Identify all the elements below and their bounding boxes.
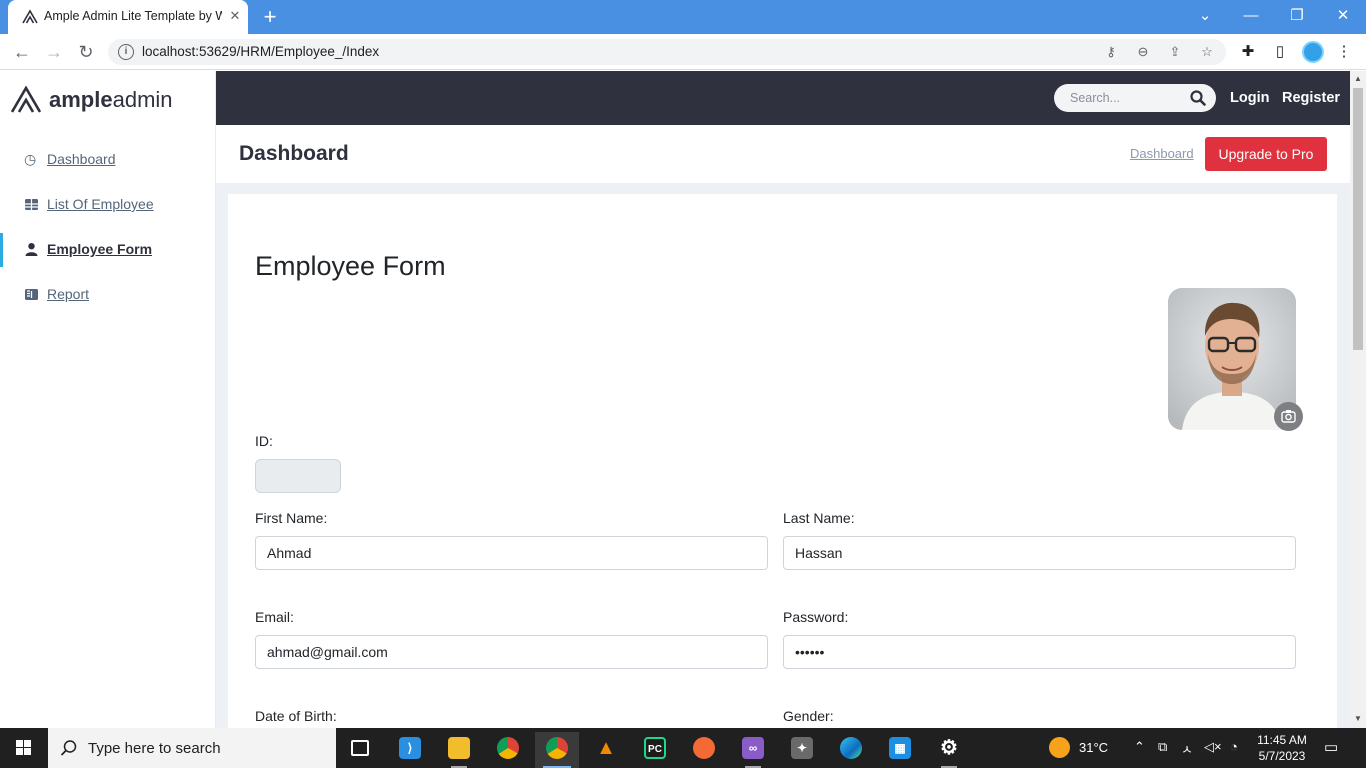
new-tab-button[interactable]: + [258, 5, 282, 29]
taskbar-search-text: Type here to search [88, 740, 221, 757]
password-label: Password: [783, 609, 849, 625]
clock-time: 11:45 AM [1257, 733, 1307, 747]
restore-icon[interactable]: ❐ [1282, 4, 1312, 28]
search-icon [60, 740, 77, 756]
settings-gear-icon[interactable]: ⚙ [927, 732, 971, 768]
app-topbar: Login Register [216, 71, 1350, 125]
browser-menu-icon[interactable]: ⋮ [1334, 42, 1354, 62]
ample-logo-icon [11, 86, 41, 113]
sidebar-item-employee-form[interactable]: Employee Form [0, 233, 215, 267]
register-link[interactable]: Register [1282, 90, 1340, 106]
windows-taskbar: Type here to search ⟩ ▲ PC ∞ ✦ ▦ ⚙ 31°C … [0, 728, 1366, 768]
logo-wordmark: ampleadmin [49, 87, 173, 112]
url-text: localhost:53629/HRM/Employee_/Index [142, 44, 380, 59]
show-hidden-icons-icon[interactable]: ⌃ [1134, 739, 1145, 755]
date-of-birth-label: Date of Birth: [255, 708, 337, 724]
postman-icon[interactable] [682, 732, 726, 768]
sidebar-item-label[interactable]: Report [47, 286, 89, 302]
tools-icon[interactable]: ✦ [780, 732, 824, 768]
zoom-icon[interactable]: ⊖ [1134, 43, 1152, 61]
close-window-icon[interactable]: ✕ [1328, 4, 1358, 28]
microsoft-store-icon[interactable]: ▦ [878, 732, 922, 768]
browser-toolbar: ← → ↻ i localhost:53629/HRM/Employee_/In… [0, 34, 1366, 70]
upgrade-to-pro-button[interactable]: Upgrade to Pro [1205, 137, 1327, 171]
network-wifi-icon[interactable]: ◔ [1230, 739, 1238, 754]
form-title: Employee Form [255, 251, 446, 281]
bookmark-star-icon[interactable]: ☆ [1198, 43, 1216, 61]
id-field[interactable] [255, 459, 341, 493]
topbar-search[interactable] [1054, 84, 1216, 112]
pycharm-icon[interactable]: PC [633, 732, 677, 768]
extensions-puzzle-icon[interactable]: ✚ [1238, 42, 1258, 62]
table-icon [25, 199, 38, 210]
breadcrumb-dashboard[interactable]: Dashboard [1130, 146, 1194, 161]
camera-icon[interactable] [1274, 402, 1303, 431]
profile-avatar-icon[interactable] [1302, 41, 1324, 63]
share-icon[interactable]: ⇪ [1166, 43, 1184, 61]
weather-sun-icon[interactable] [1049, 737, 1070, 758]
weather-temperature[interactable]: 31°C [1079, 740, 1108, 755]
columns-icon [25, 289, 38, 300]
first-name-field[interactable] [255, 536, 768, 570]
user-icon [25, 243, 38, 256]
forward-icon[interactable]: → [42, 40, 66, 64]
vlc-icon[interactable]: ▲ [584, 732, 628, 768]
browser-tab[interactable]: Ample Admin Lite Template by W ✕ [8, 0, 248, 34]
last-name-label: Last Name: [783, 510, 855, 526]
scroll-down-icon[interactable]: ▼ [1353, 714, 1363, 724]
task-view-icon[interactable] [338, 732, 382, 768]
address-bar[interactable]: i localhost:53629/HRM/Employee_/Index ⚷ … [108, 39, 1226, 65]
minimize-icon[interactable]: — [1236, 4, 1266, 28]
page-title: Dashboard [239, 142, 349, 165]
scrollbar-thumb[interactable] [1353, 88, 1363, 350]
tab-close-icon[interactable]: ✕ [226, 7, 244, 25]
search-icon[interactable] [1190, 90, 1206, 106]
file-explorer-icon[interactable] [437, 732, 481, 768]
id-label: ID: [255, 433, 273, 449]
chrome-icon[interactable] [486, 732, 530, 768]
vscode-icon[interactable]: ⟩ [388, 732, 432, 768]
sidebar-item-label[interactable]: Employee Form [47, 241, 152, 257]
password-field[interactable] [783, 635, 1296, 669]
key-icon[interactable]: ⚷ [1102, 43, 1120, 61]
site-info-icon[interactable]: i [118, 44, 134, 60]
clock-date: 5/7/2023 [1258, 749, 1306, 763]
sidebar-item-label[interactable]: Dashboard [47, 151, 116, 167]
search-input[interactable] [1070, 89, 1188, 107]
edge-icon[interactable] [829, 732, 873, 768]
taskbar-search[interactable]: Type here to search [48, 728, 336, 768]
clock-icon: ◷ [24, 151, 37, 167]
back-icon[interactable]: ← [10, 40, 34, 64]
sidebar-item-label[interactable]: List Of Employee [47, 196, 154, 212]
reload-icon[interactable]: ↻ [74, 40, 98, 64]
meet-now-icon[interactable]: ⧉ [1158, 739, 1167, 755]
tab-search-icon[interactable]: ⌄ [1190, 4, 1220, 28]
email-field[interactable] [255, 635, 768, 669]
login-link[interactable]: Login [1230, 90, 1269, 106]
input-language-icon[interactable]: ㅅ [1181, 739, 1193, 758]
first-name-label: First Name: [255, 510, 328, 526]
windows-start-icon[interactable] [0, 728, 48, 768]
email-label: Email: [255, 609, 294, 625]
sidebar-item-list-of-employee[interactable]: List Of Employee [0, 188, 215, 222]
notifications-icon[interactable]: ▭ [1324, 738, 1338, 756]
page-scrollbar[interactable]: ▲ ▼ [1350, 71, 1366, 728]
taskbar-clock[interactable]: 11:45 AM 5/7/2023 [1252, 732, 1312, 764]
side-panel-icon[interactable]: ▯ [1270, 42, 1290, 62]
ample-favicon-icon [22, 9, 38, 24]
volume-muted-icon[interactable]: ◁× [1204, 739, 1222, 755]
gender-label: Gender: [783, 708, 834, 724]
visual-studio-icon[interactable]: ∞ [731, 732, 775, 768]
browser-tabstrip: Ample Admin Lite Template by W ✕ + ⌄ — ❐… [0, 0, 1366, 34]
sidebar-item-report[interactable]: Report [0, 278, 215, 312]
tab-title: Ample Admin Lite Template by W [44, 9, 222, 23]
sidebar-item-dashboard[interactable]: ◷ Dashboard [0, 143, 215, 177]
page-header: Dashboard Dashboard Upgrade to Pro [216, 125, 1350, 183]
scroll-up-icon[interactable]: ▲ [1353, 74, 1363, 84]
chrome-profile-icon[interactable] [535, 732, 579, 768]
last-name-field[interactable] [783, 536, 1296, 570]
